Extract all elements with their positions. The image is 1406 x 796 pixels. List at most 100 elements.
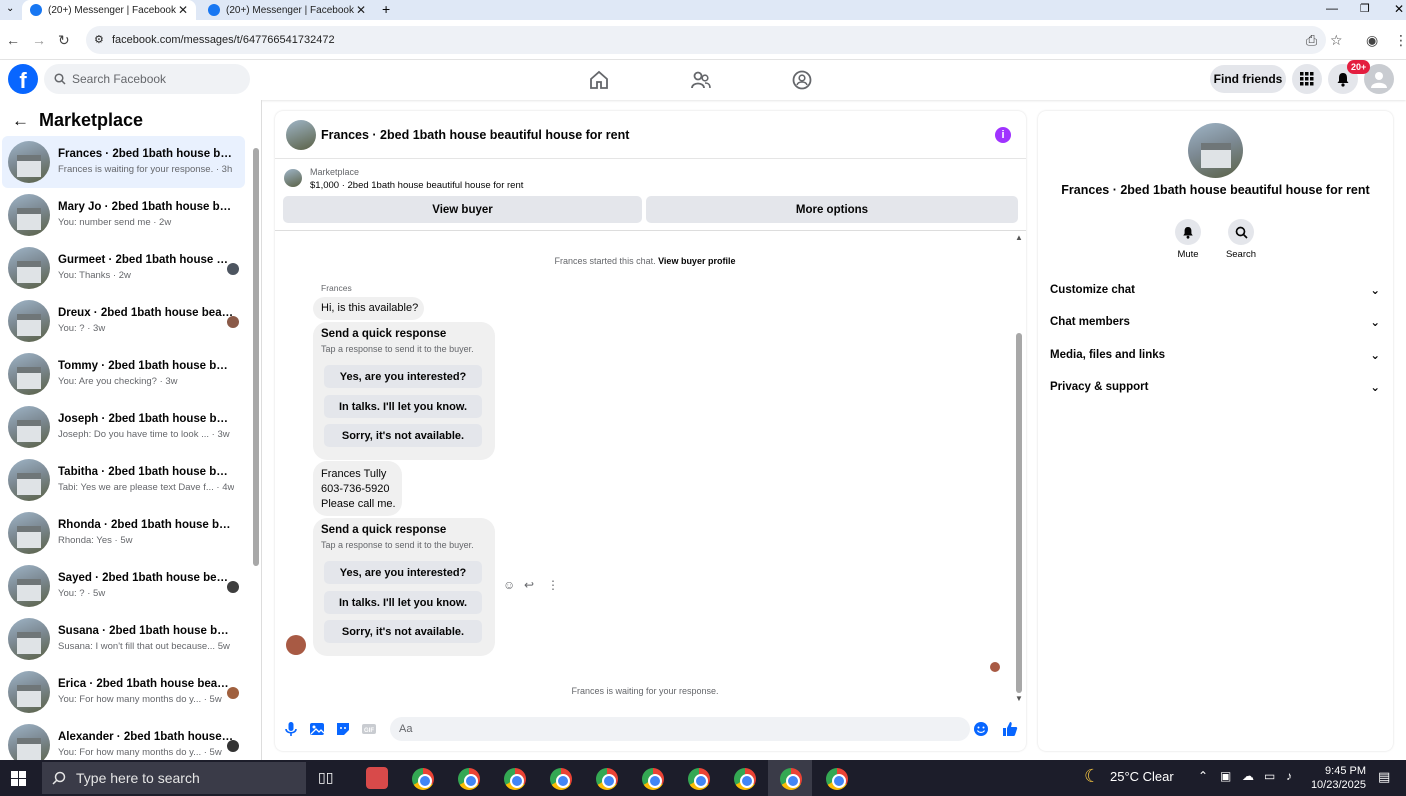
browser-menu-icon[interactable]: ⋮ [1394, 32, 1406, 49]
listing-price-title[interactable]: $1,000 · 2bed 1bath house beautiful hous… [310, 180, 523, 191]
volume-icon[interactable]: ♪ [1286, 769, 1292, 783]
windows-start-icon[interactable] [11, 771, 26, 786]
notification-center-icon[interactable]: ▤ [1378, 769, 1390, 785]
chrome-icon[interactable] [734, 768, 756, 790]
url-field[interactable]: ⚙ facebook.com/messages/t/64776654173247… [86, 26, 1326, 54]
minimize-icon[interactable]: — [1326, 1, 1338, 15]
forward-icon[interactable]: → [32, 32, 46, 48]
browser-tab-2[interactable]: (20+) Messenger | Facebook ✕ [200, 0, 374, 20]
site-settings-icon[interactable]: ⚙ [94, 33, 104, 46]
chrome-icon[interactable] [458, 768, 480, 790]
view-buyer-button[interactable]: View buyer [283, 196, 642, 223]
quick-response-sorry-button[interactable]: Sorry, it's not available. [324, 424, 482, 447]
message-input[interactable]: Aa [390, 717, 970, 741]
conversation-item[interactable]: Susana · 2bed 1bath house beautiful hous… [2, 613, 245, 665]
conversation-item[interactable]: Tabitha · 2bed 1bath house beautiful hou… [2, 454, 245, 506]
sticker-icon[interactable] [335, 721, 351, 737]
tab-title: (20+) Messenger | Facebook [226, 4, 354, 16]
conversation-item[interactable]: Rhonda · 2bed 1bath house beautiful hous… [2, 507, 245, 559]
section-label: Privacy & support [1050, 381, 1149, 393]
customize-chat-section[interactable]: Customize chat ⌄ [1050, 279, 1380, 301]
scroll-down-icon[interactable]: ▼ [1015, 694, 1023, 703]
facebook-search-input[interactable]: Search Facebook [44, 64, 250, 94]
info-icon[interactable]: i [995, 127, 1011, 143]
chrome-icon[interactable] [550, 768, 572, 790]
chrome-icon[interactable] [642, 768, 664, 790]
chrome-icon[interactable] [826, 768, 848, 790]
quick-response-yes-button[interactable]: Yes, are you interested? [324, 561, 482, 584]
facebook-logo-icon[interactable]: f [8, 64, 38, 94]
find-friends-button[interactable]: Find friends [1210, 65, 1286, 93]
quick-response-sorry-button[interactable]: Sorry, it's not available. [324, 620, 482, 643]
microphone-icon[interactable] [283, 721, 299, 737]
close-window-icon[interactable]: ✕ [1394, 2, 1404, 16]
show-hidden-icons-icon[interactable]: ⌃ [1198, 769, 1208, 783]
chrome-icon[interactable] [688, 768, 710, 790]
more-actions-icon[interactable]: ⋮ [547, 578, 559, 592]
conversation-item[interactable]: Frances · 2bed 1bath house beautiful hou… [2, 136, 245, 188]
close-tab-icon[interactable]: ✕ [356, 3, 366, 17]
conversation-item[interactable]: Tommy · 2bed 1bath house beautiful house… [2, 348, 245, 400]
new-tab-icon[interactable]: + [382, 1, 390, 17]
close-tab-icon[interactable]: ✕ [178, 3, 188, 17]
emoji-icon[interactable] [973, 721, 989, 737]
conversation-item[interactable]: Joseph · 2bed 1bath house beautiful hous… [2, 401, 245, 453]
quick-response-yes-button[interactable]: Yes, are you interested? [324, 365, 482, 388]
listing-profile-avatar[interactable] [1188, 123, 1243, 178]
more-options-button[interactable]: More options [646, 196, 1018, 223]
chrome-icon[interactable] [412, 768, 434, 790]
chrome-icon[interactable] [780, 768, 802, 790]
taskbar-search-input[interactable]: Type here to search [42, 762, 306, 794]
chevron-down-icon: ⌄ [1370, 317, 1380, 329]
bookmark-star-icon[interactable]: ☆ [1330, 32, 1343, 49]
home-icon[interactable] [588, 69, 610, 91]
chat-title[interactable]: Frances · 2bed 1bath house beautiful hou… [321, 128, 629, 142]
gif-icon[interactable]: GIF [361, 721, 377, 737]
chrome-icon[interactable] [504, 768, 526, 790]
mute-action[interactable]: Mute [1158, 219, 1218, 260]
conversation-item[interactable]: Sayed · 2bed 1bath house beautiful house… [2, 560, 245, 612]
reply-icon[interactable]: ↩ [524, 578, 534, 592]
cloud-icon[interactable]: ☁ [1242, 769, 1254, 783]
weather-text[interactable]: 25°C Clear [1110, 769, 1174, 784]
view-buyer-profile-link[interactable]: View buyer profile [658, 256, 735, 266]
chat-avatar[interactable] [286, 120, 316, 150]
back-arrow-icon[interactable]: ← [12, 111, 29, 131]
privacy-support-section[interactable]: Privacy & support ⌄ [1050, 376, 1380, 398]
chat-scrollbar[interactable] [1016, 333, 1022, 693]
tab-list-chevron-icon[interactable]: ⌄ [6, 3, 14, 14]
profile-icon[interactable]: ◉ [1366, 32, 1378, 49]
back-icon[interactable]: ← [6, 32, 20, 48]
conversation-item[interactable]: Alexander · 2bed 1bath house beautiful h… [2, 719, 245, 760]
sender-avatar[interactable] [286, 635, 306, 655]
conversation-item[interactable]: Mary Jo · 2bed 1bath house beautiful hou… [2, 189, 245, 241]
react-emoji-icon[interactable]: ☺ [503, 578, 515, 592]
reload-icon[interactable]: ↻ [58, 32, 70, 49]
sidebar-scrollbar[interactable] [253, 148, 259, 566]
waiting-note: Frances is waiting for your response. [571, 686, 719, 696]
chat-members-section[interactable]: Chat members ⌄ [1050, 311, 1380, 333]
system-clock[interactable]: 9:45 PM 10/23/2025 [1308, 764, 1366, 792]
network-icon[interactable]: ▭ [1264, 769, 1275, 783]
photo-icon[interactable] [309, 721, 325, 737]
scroll-up-icon[interactable]: ▲ [1015, 233, 1023, 242]
restore-icon[interactable]: ❐ [1360, 2, 1370, 15]
chrome-icon[interactable] [596, 768, 618, 790]
camera-icon[interactable]: ▣ [1220, 769, 1231, 783]
groups-icon[interactable] [791, 69, 813, 91]
media-files-links-section[interactable]: Media, files and links ⌄ [1050, 344, 1380, 366]
search-action[interactable]: Search [1211, 219, 1271, 260]
conversation-item[interactable]: Gurmeet · 2bed 1bath house beautiful hou… [2, 242, 245, 294]
app-icon[interactable] [366, 767, 388, 789]
quick-response-talks-button[interactable]: In talks. I'll let you know. [324, 395, 482, 418]
quick-response-talks-button[interactable]: In talks. I'll let you know. [324, 591, 482, 614]
thumbs-up-icon[interactable] [1002, 721, 1018, 737]
browser-tab-1[interactable]: (20+) Messenger | Facebook ✕ [22, 0, 196, 20]
friends-icon[interactable] [690, 69, 712, 91]
task-view-icon[interactable]: ▯▯ [318, 769, 333, 786]
install-app-icon[interactable]: ⎙ [1306, 32, 1317, 49]
menu-grid-button[interactable] [1292, 64, 1322, 94]
listing-thumbnail [284, 169, 302, 187]
conversation-item[interactable]: Erica · 2bed 1bath house beautiful house… [2, 666, 245, 718]
conversation-item[interactable]: Dreux · 2bed 1bath house beautiful house… [2, 295, 245, 347]
